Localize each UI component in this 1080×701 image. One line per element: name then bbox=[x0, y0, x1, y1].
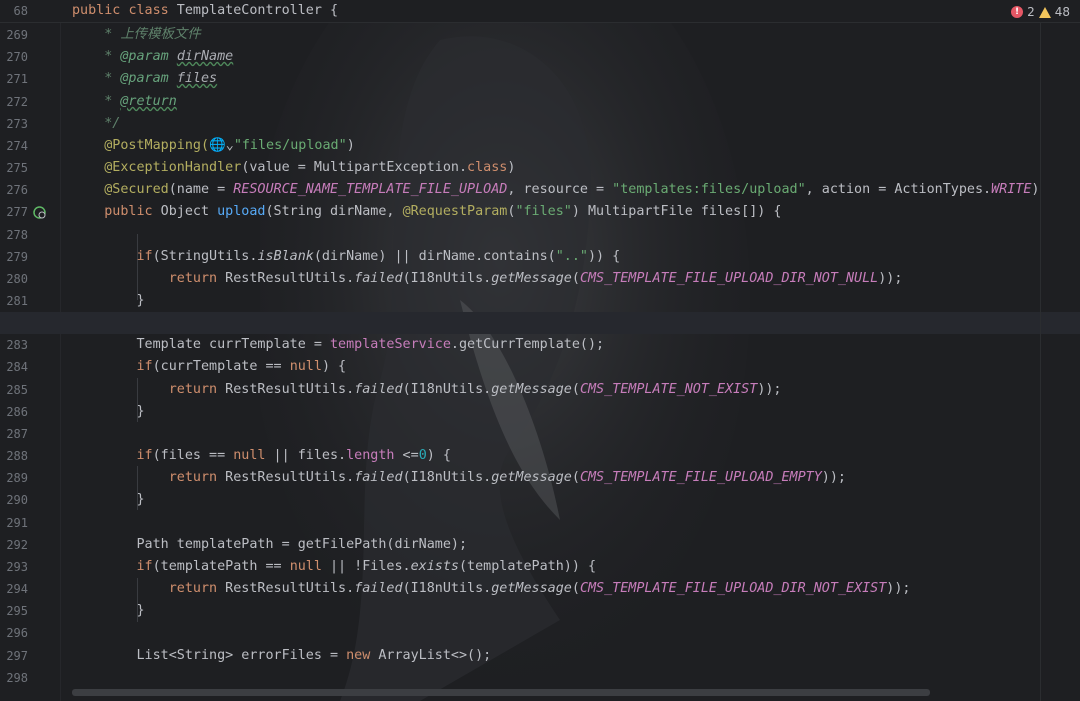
line-number: 276 bbox=[6, 183, 28, 197]
code-line: public Object upload(String dirName, @Re… bbox=[104, 204, 782, 219]
horizontal-scrollbar[interactable] bbox=[72, 689, 930, 696]
sticky-scroll-header[interactable]: 68 public class TemplateController { bbox=[0, 0, 1080, 23]
line-number: 293 bbox=[6, 560, 28, 574]
code-area[interactable]: * 上传模板文件 * @param dirName * @param files… bbox=[72, 0, 1062, 701]
line-number: 297 bbox=[6, 649, 28, 663]
code-line: @PostMapping(🌐⌄"files/upload") bbox=[104, 138, 355, 153]
line-number: 274 bbox=[6, 139, 28, 153]
code-line: Path templatePath = getFilePath(dirName)… bbox=[72, 537, 468, 552]
code-line: return RestResultUtils.failed(I18nUtils.… bbox=[168, 271, 903, 286]
code-line: List<String> errorFiles = new ArrayList<… bbox=[72, 648, 492, 663]
warning-icon bbox=[1038, 6, 1051, 18]
line-number: 281 bbox=[6, 294, 28, 308]
line-number: 287 bbox=[6, 427, 28, 441]
line-number: 269 bbox=[6, 28, 28, 42]
line-number: 283 bbox=[6, 338, 28, 352]
line-number: 271 bbox=[6, 72, 28, 86]
code-line: @ExceptionHandler(value = MultipartExcep… bbox=[104, 160, 516, 175]
code-line: */ bbox=[104, 116, 121, 131]
line-number: 284 bbox=[6, 360, 28, 374]
line-number: 275 bbox=[6, 161, 28, 175]
inspection-status[interactable]: ! 2 48 bbox=[1011, 3, 1070, 21]
line-number: 296 bbox=[6, 626, 28, 640]
code-line: return RestResultUtils.failed(I18nUtils.… bbox=[168, 382, 782, 397]
line-number: 290 bbox=[6, 493, 28, 507]
line-number: 294 bbox=[6, 582, 28, 596]
error-count: 2 bbox=[1027, 5, 1035, 19]
code-line: } bbox=[72, 603, 145, 618]
code-line: } bbox=[72, 404, 145, 419]
code-line: return RestResultUtils.failed(I18nUtils.… bbox=[168, 470, 846, 485]
line-number: 298 bbox=[6, 671, 28, 685]
line-number: 291 bbox=[6, 516, 28, 530]
line-number: 285 bbox=[6, 383, 28, 397]
line-number-gutter: 68 269 270 271 272 273 274 275 276 277 2… bbox=[0, 0, 61, 701]
line-number: 288 bbox=[6, 449, 28, 463]
line-number: 273 bbox=[6, 117, 28, 131]
line-number: 280 bbox=[6, 272, 28, 286]
code-line: if(currTemplate == null) { bbox=[136, 359, 347, 374]
code-line: return RestResultUtils.failed(I18nUtils.… bbox=[168, 581, 911, 596]
right-margin-guide bbox=[1040, 22, 1041, 701]
code-editor[interactable]: 68 269 270 271 272 273 274 275 276 277 2… bbox=[0, 0, 1080, 701]
line-number: 286 bbox=[6, 405, 28, 419]
error-icon: ! bbox=[1011, 6, 1024, 18]
code-line: if(templatePath == null || !Files.exists… bbox=[136, 559, 597, 574]
line-number: 272 bbox=[6, 95, 28, 109]
sticky-line-number: 68 bbox=[13, 4, 28, 18]
line-number: 289 bbox=[6, 471, 28, 485]
code-line: } bbox=[72, 492, 145, 507]
line-number: 278 bbox=[6, 228, 28, 242]
code-line: * 上传模板文件 bbox=[72, 27, 201, 42]
code-line: * @param dirName bbox=[72, 49, 234, 64]
line-number: 295 bbox=[6, 604, 28, 618]
line-number: 270 bbox=[6, 50, 28, 64]
code-line: @Secured(name = RESOURCE_NAME_TEMPLATE_F… bbox=[104, 182, 1040, 197]
sticky-class-declaration: public class TemplateController { bbox=[72, 3, 339, 18]
implement-method-icon[interactable] bbox=[33, 206, 46, 219]
code-line: if(files == null || files.length <=0) { bbox=[136, 448, 451, 463]
warning-count: 48 bbox=[1054, 5, 1070, 19]
code-line: * @param files bbox=[72, 71, 218, 86]
code-line: * @return bbox=[72, 94, 177, 109]
line-number: 279 bbox=[6, 250, 28, 264]
line-number: 277 bbox=[6, 205, 28, 219]
code-line: } bbox=[72, 293, 145, 308]
line-number: 292 bbox=[6, 538, 28, 552]
code-line: Template currTemplate = templateService.… bbox=[72, 337, 605, 352]
code-line: if(StringUtils.isBlank(dirName) || dirNa… bbox=[136, 249, 621, 264]
